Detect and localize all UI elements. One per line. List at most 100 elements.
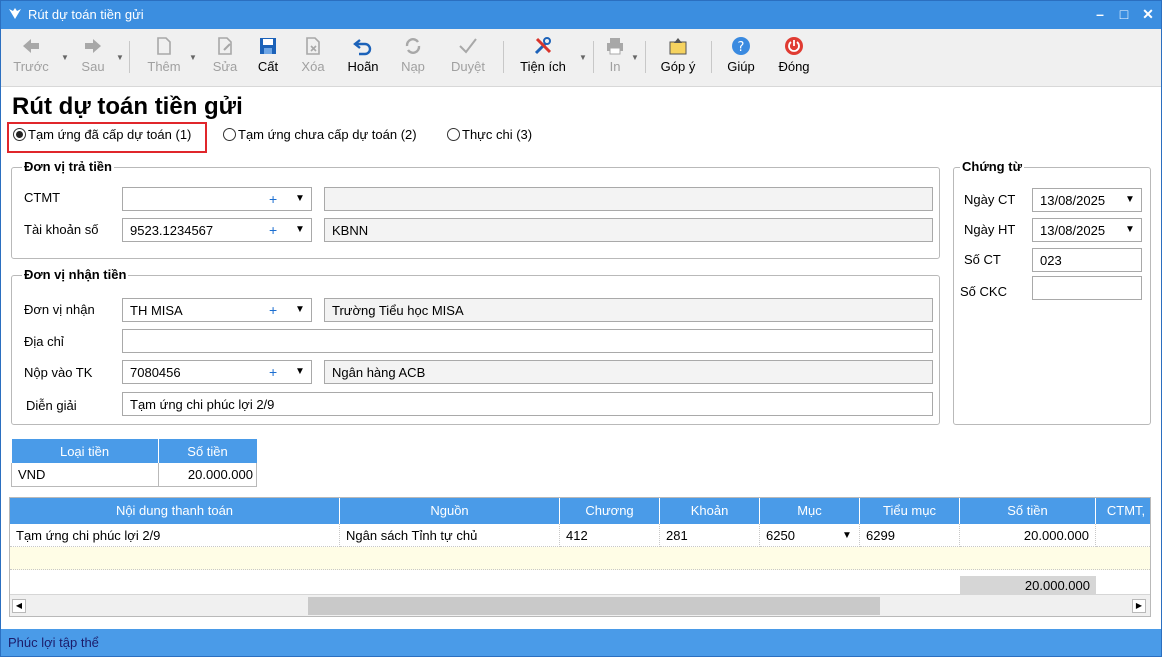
add-button[interactable]: Thêm [141, 33, 187, 83]
utilities-dropdown-icon[interactable]: ▼ [579, 53, 587, 62]
add-icon[interactable]: + [269, 361, 277, 383]
dropdown-arrow-icon[interactable]: ▼ [1125, 219, 1135, 241]
horizontal-scrollbar[interactable]: ◀ ▶ [10, 594, 1150, 616]
radio-actual-spending[interactable]: Thực chi (3) [447, 127, 532, 143]
utilities-button[interactable]: Tiện ích [515, 33, 571, 83]
save-icon [260, 38, 276, 54]
print-dropdown-icon[interactable]: ▼ [631, 53, 639, 62]
help-button[interactable]: ? Giúp [721, 33, 761, 83]
status-text: Phúc lợi tập thể [8, 635, 99, 650]
column-header[interactable]: Nguồn [340, 498, 560, 524]
refresh-icon [405, 38, 421, 54]
column-header[interactable]: Tiểu mục [860, 498, 960, 524]
maximize-button[interactable]: □ [1113, 3, 1135, 25]
approve-button[interactable]: Duyệt [445, 33, 491, 83]
payee-unit-combo[interactable]: TH MISA + ▼ [122, 298, 312, 322]
feedback-icon [669, 38, 687, 55]
add-icon[interactable]: + [269, 188, 277, 210]
ckc-number-input[interactable] [1032, 276, 1142, 300]
column-header[interactable]: Mục [760, 498, 860, 524]
payment-grid: Nội dung thanh toán Nguồn Chương Khoản M… [9, 497, 1151, 617]
dropdown-arrow-icon[interactable]: ▼ [842, 524, 852, 547]
date-ht-picker[interactable]: 13/08/2025 ▼ [1032, 218, 1142, 242]
scroll-right-icon[interactable]: ▶ [1132, 599, 1146, 613]
back-button[interactable]: Trước [7, 33, 55, 83]
toolbar-separator [503, 41, 504, 73]
minimize-button[interactable]: – [1089, 3, 1111, 25]
column-header[interactable]: CTMT, [1096, 498, 1150, 524]
app-window: Rút dự toán tiền gửi – □ ✕ Trước ▼ Sau ▼… [0, 0, 1162, 657]
help-icon: ? [732, 37, 750, 55]
highlight-box [7, 122, 207, 153]
column-header[interactable]: Loại tiền [11, 439, 159, 463]
account-name-field: KBNN [324, 218, 933, 242]
feedback-button[interactable]: Góp ý [655, 33, 701, 83]
next-button[interactable]: Sau [73, 33, 113, 83]
print-button[interactable]: In [601, 33, 629, 83]
add-icon[interactable]: + [269, 219, 277, 241]
back-dropdown-icon[interactable]: ▼ [61, 53, 69, 62]
ctmt-cell[interactable] [1096, 524, 1150, 547]
voucher-group: Chứng từ Ngày CT 13/08/2025 ▼ Ngày HT 13… [953, 159, 1151, 425]
page-title: Rút dự toán tiền gửi [12, 93, 243, 120]
next-dropdown-icon[interactable]: ▼ [116, 53, 124, 62]
printer-icon [607, 38, 623, 55]
edit-button[interactable]: Sửa [205, 33, 245, 83]
chapter-cell[interactable]: 412 [560, 524, 660, 547]
edit-document-icon [218, 37, 232, 55]
column-header[interactable]: Chương [560, 498, 660, 524]
ctmt-combo[interactable]: + ▼ [122, 187, 312, 211]
amount-cell[interactable]: 20.000.000 [960, 524, 1096, 547]
bank-name-field: Ngân hàng ACB [324, 360, 933, 384]
scroll-thumb[interactable] [308, 597, 880, 615]
toolbar-separator [593, 41, 594, 73]
column-header[interactable]: Số tiền [960, 498, 1096, 524]
svg-text:?: ? [738, 40, 745, 55]
dropdown-arrow-icon[interactable]: ▼ [295, 188, 305, 210]
source-cell[interactable]: Ngân sách Tỉnh tự chủ [340, 524, 560, 547]
add-dropdown-icon[interactable]: ▼ [189, 53, 197, 62]
amount-cell[interactable]: 20.000.000 [158, 463, 258, 487]
check-icon [459, 38, 477, 54]
subitem-cell[interactable]: 6299 [860, 524, 960, 547]
radio-unchecked-icon [223, 128, 236, 141]
voucher-number-input[interactable]: 023 [1032, 248, 1142, 272]
dropdown-arrow-icon[interactable]: ▼ [295, 219, 305, 241]
toolbar-separator [129, 41, 130, 73]
toolbar-separator [645, 41, 646, 73]
new-row[interactable] [10, 547, 1150, 570]
address-input[interactable] [122, 329, 933, 353]
column-header[interactable]: Khoản [660, 498, 760, 524]
arrow-right-icon [85, 39, 101, 53]
content-cell[interactable]: Tạm ứng chi phúc lợi 2/9 [10, 524, 340, 547]
app-icon [9, 8, 21, 19]
save-button[interactable]: Cất [251, 33, 285, 83]
payee-unit-name-field: Trường Tiểu học MISA [324, 298, 933, 322]
dropdown-arrow-icon[interactable]: ▼ [295, 361, 305, 383]
dropdown-arrow-icon[interactable]: ▼ [295, 299, 305, 321]
dropdown-arrow-icon[interactable]: ▼ [1125, 189, 1135, 211]
undo-button[interactable]: Hoãn [341, 33, 385, 83]
account-combo[interactable]: 9523.1234567 + ▼ [122, 218, 312, 242]
date-ct-picker[interactable]: 13/08/2025 ▼ [1032, 188, 1142, 212]
close-button[interactable]: Đóng [773, 33, 815, 83]
new-document-icon [157, 37, 171, 55]
item-cell[interactable]: 6250 ▼ [760, 524, 860, 547]
delete-button[interactable]: Xóa [295, 33, 331, 83]
scroll-left-icon[interactable]: ◀ [12, 599, 26, 613]
radio-advance-unallocated[interactable]: Tạm ứng chưa cấp dự toán (2) [223, 127, 417, 143]
description-input[interactable]: Tạm ứng chi phúc lợi 2/9 [122, 392, 933, 416]
currency-cell[interactable]: VND [11, 463, 159, 487]
title-bar: Rút dự toán tiền gửi – □ ✕ [1, 1, 1161, 29]
section-cell[interactable]: 281 [660, 524, 760, 547]
column-header[interactable]: Nội dung thanh toán [10, 498, 340, 524]
add-icon[interactable]: + [269, 299, 277, 321]
tools-icon [534, 37, 552, 55]
toolbar: Trước ▼ Sau ▼ Thêm ▼ Sửa Cất Xóa Hoãn Nạ… [1, 29, 1161, 87]
window-title: Rút dự toán tiền gửi [28, 7, 144, 22]
close-window-button[interactable]: ✕ [1137, 3, 1159, 25]
total-amount-cell: 20.000.000 [960, 576, 1096, 596]
deposit-account-combo[interactable]: 7080456 + ▼ [122, 360, 312, 384]
load-button[interactable]: Nạp [395, 33, 431, 83]
column-header[interactable]: Số tiền [158, 439, 257, 463]
